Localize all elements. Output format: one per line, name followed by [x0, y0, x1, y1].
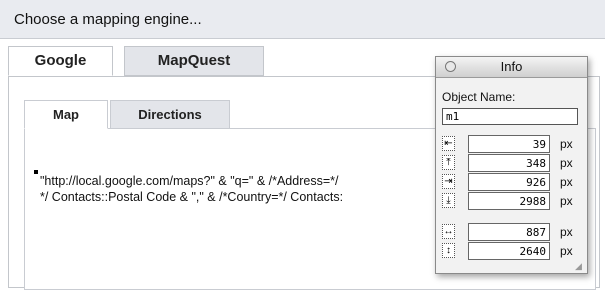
- left-edge-icon[interactable]: ⇤: [442, 136, 455, 151]
- header-bar: Choose a mapping engine...: [0, 0, 605, 39]
- unit-label: px: [560, 156, 573, 170]
- resize-grip-icon[interactable]: ◢: [575, 261, 585, 271]
- bottom-edge-icon[interactable]: ⤓: [442, 193, 455, 208]
- unit-label: px: [560, 244, 573, 258]
- url-calculation-text[interactable]: "http://local.google.com/maps?" & "q=" &…: [40, 173, 565, 205]
- tab-map[interactable]: Map: [24, 100, 108, 129]
- height-icon[interactable]: ↕: [442, 243, 455, 258]
- tab-directions[interactable]: Directions: [110, 100, 230, 129]
- info-palette: Info Object Name: m1 ⇤ 39 px ⤒ 348 px ⇥ …: [435, 56, 588, 274]
- calc-line-2: */ Contacts::Postal Code & "," & /*Count…: [40, 190, 344, 204]
- left-position-field[interactable]: 39: [468, 135, 550, 153]
- calc-line-1: "http://local.google.com/maps?" & "q=" &…: [40, 174, 339, 188]
- info-title: Info: [500, 59, 523, 74]
- unit-label: px: [560, 194, 573, 208]
- tab-google[interactable]: Google: [8, 46, 113, 76]
- object-name-label: Object Name:: [442, 90, 516, 104]
- unit-label: px: [560, 225, 573, 239]
- top-edge-icon[interactable]: ⤒: [442, 155, 455, 170]
- top-position-field[interactable]: 348: [468, 154, 550, 172]
- unit-label: px: [560, 175, 573, 189]
- right-edge-icon[interactable]: ⇥: [442, 174, 455, 189]
- height-field[interactable]: 2640: [468, 242, 550, 260]
- selection-handle[interactable]: [34, 170, 38, 174]
- object-name-field[interactable]: m1: [442, 108, 578, 125]
- width-field[interactable]: 887: [468, 223, 550, 241]
- info-titlebar[interactable]: Info: [436, 57, 587, 78]
- right-position-field[interactable]: 926: [468, 173, 550, 191]
- bottom-position-field[interactable]: 2988: [468, 192, 550, 210]
- unit-label: px: [560, 137, 573, 151]
- page-title: Choose a mapping engine...: [14, 11, 202, 28]
- width-icon[interactable]: ↔: [442, 224, 455, 239]
- tab-mapquest[interactable]: MapQuest: [124, 46, 264, 76]
